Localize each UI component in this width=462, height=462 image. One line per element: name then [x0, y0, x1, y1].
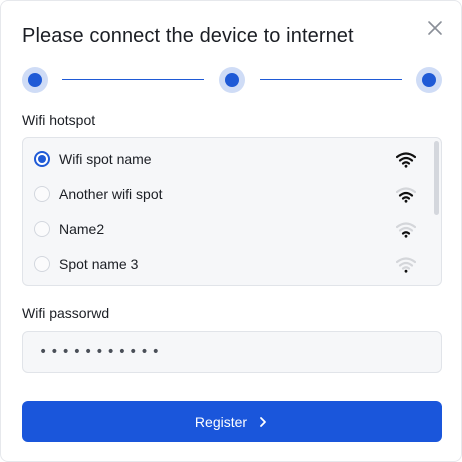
- list-scrollbar[interactable]: [434, 141, 439, 215]
- wifi-password-field[interactable]: [22, 331, 442, 373]
- connect-dialog: Please connect the device to internet Wi…: [0, 0, 462, 462]
- close-icon[interactable]: [426, 19, 444, 37]
- wifi-signal-icon: [396, 187, 416, 203]
- wifi-option-label: Name2: [59, 221, 105, 237]
- wifi-option-3[interactable]: Name2: [23, 212, 428, 247]
- wifi-option-4[interactable]: Spot name 3: [23, 247, 428, 282]
- step-connector-2: [260, 79, 402, 80]
- wifi-option-label: Wifi spot name: [59, 151, 152, 167]
- wifi-signal-icon: [396, 152, 416, 168]
- step-3-indicator: [416, 67, 442, 93]
- wifi-hotspot-label: Wifi hotspot: [22, 112, 96, 128]
- radio-unselected[interactable]: [34, 221, 50, 237]
- step-2-indicator: [219, 67, 245, 93]
- register-button[interactable]: Register: [22, 401, 442, 442]
- register-button-label: Register: [194, 413, 248, 430]
- progress-stepper: [22, 67, 442, 93]
- wifi-password-label: Wifi passorwd: [22, 305, 110, 321]
- step-connector-1: [62, 79, 204, 80]
- radio-unselected[interactable]: [34, 186, 50, 202]
- wifi-signal-icon: [396, 222, 416, 238]
- wifi-signal-icon: [396, 257, 416, 273]
- wifi-option-1[interactable]: Wifi spot name: [23, 142, 428, 177]
- radio-unselected[interactable]: [34, 256, 50, 272]
- radio-selected[interactable]: [34, 151, 50, 167]
- wifi-option-label: Spot name 3: [59, 256, 139, 272]
- wifi-option-label: Another wifi spot: [59, 186, 163, 202]
- wifi-hotspot-list[interactable]: Wifi spot name Another wifi spot Name2 S…: [22, 137, 442, 286]
- dialog-title: Please connect the device to internet: [22, 25, 354, 47]
- chevron-right-icon: [260, 416, 266, 427]
- step-1-indicator: [22, 67, 48, 93]
- wifi-option-2[interactable]: Another wifi spot: [23, 177, 428, 212]
